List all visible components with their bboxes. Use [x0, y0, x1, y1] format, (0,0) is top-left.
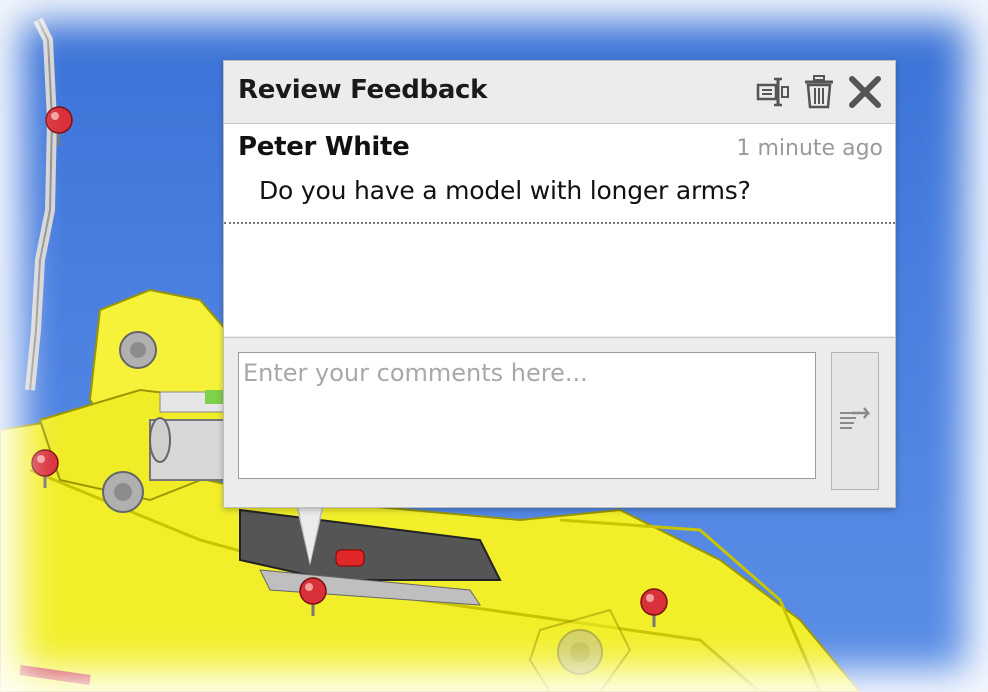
comment-input[interactable] — [238, 352, 816, 479]
comment-text: Do you have a model with longer arms? — [259, 176, 751, 205]
comment-author: Peter White — [238, 132, 410, 162]
comment-item: Peter White 1 minute ago Do you have a m… — [224, 124, 895, 224]
panel-divider — [224, 337, 895, 338]
comment-timestamp: 1 minute ago — [736, 136, 883, 161]
panel-header: Review Feedback — [224, 61, 895, 124]
popup-pointer — [298, 505, 322, 563]
close-icon[interactable] — [846, 73, 884, 111]
panel-title: Review Feedback — [238, 75, 488, 105]
trash-icon[interactable] — [800, 73, 838, 111]
send-icon — [840, 407, 871, 429]
pin-icon[interactable] — [754, 73, 792, 111]
comment-list: Peter White 1 minute ago Do you have a m… — [224, 124, 895, 336]
review-feedback-panel: Review Feedback Peter White 1 minute ago… — [223, 60, 896, 508]
hydraulic-rod — [25, 17, 58, 391]
send-button[interactable] — [831, 352, 879, 490]
